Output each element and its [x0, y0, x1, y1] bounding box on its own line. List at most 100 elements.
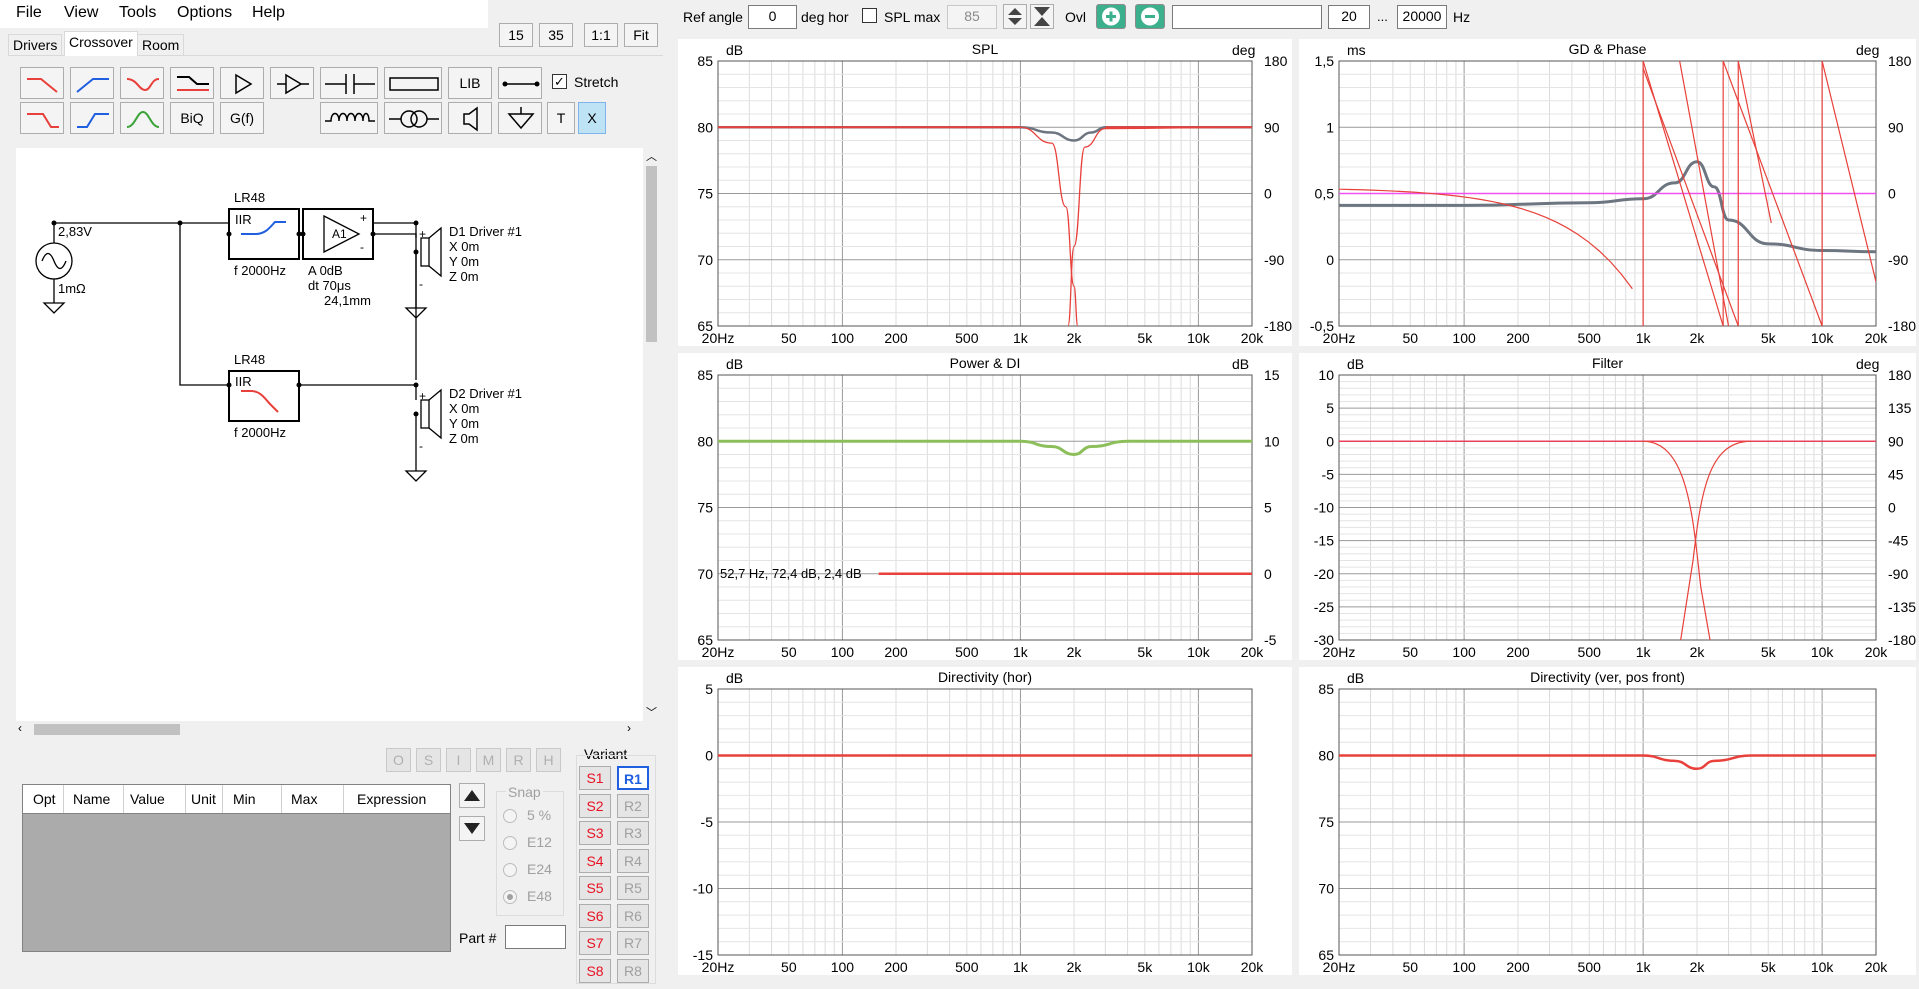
scroll-down-icon[interactable]: ﹀ [646, 704, 657, 720]
move-down-button[interactable] [459, 816, 485, 841]
chart-dir-hor[interactable]: 5 0 -5 -10 -15 20Hz 50 100 200 500 1k 2k 5k 10k 20k Dir… [678, 667, 1292, 975]
scroll-right-icon[interactable]: › [627, 721, 631, 735]
snap-e24-radio[interactable] [503, 863, 517, 877]
zoom-1to1-button[interactable]: 1:1 [584, 23, 618, 47]
col-min[interactable]: Min [233, 791, 256, 807]
opt-i-button[interactable]: I [446, 748, 471, 772]
variant-r1-button[interactable]: R1 [617, 766, 649, 790]
variant-r3-button[interactable]: R3 [617, 821, 649, 845]
zoom-15-button[interactable]: 15 [499, 23, 533, 47]
chart-dir-ver[interactable]: 85 80 75 70 65 20Hz 50 100 200 500 1k 2k 5k 10k 20k Dir… [1299, 667, 1916, 975]
lowpass-red-tool[interactable] [20, 67, 64, 99]
biquad-tool[interactable]: BiQ [170, 102, 214, 134]
speaker-tool[interactable] [448, 102, 492, 134]
variant-s4-button[interactable]: S4 [579, 848, 611, 873]
resistor-tool[interactable] [384, 67, 442, 99]
schematic-vscrollbar[interactable]: ︿ ﹀ [643, 148, 660, 721]
tab-drivers[interactable]: Drivers [8, 34, 63, 56]
variant-r2-button[interactable]: R2 [617, 793, 649, 818]
zoom-out-button[interactable] [1135, 4, 1165, 29]
variant-s1-button[interactable]: S1 [579, 766, 611, 790]
zoom-in-button[interactable] [1096, 4, 1126, 29]
schematic-canvas[interactable]: + - + - + - 2,83V 1mΩ LR48 IIR f 2000Hz A1 … [16, 148, 643, 721]
allpass-red-tool[interactable] [120, 67, 164, 99]
lowpass-red-tool-2[interactable] [20, 102, 64, 134]
highpass-blue-tool[interactable] [70, 67, 114, 99]
shelf-tool[interactable] [170, 67, 214, 99]
menu-view[interactable]: View [64, 4, 98, 22]
menu-tools[interactable]: Tools [119, 4, 156, 22]
move-up-button[interactable] [459, 783, 485, 808]
spl-max-checkbox[interactable] [862, 8, 877, 23]
filter1-type[interactable]: LR48 [234, 190, 265, 205]
parameters-table[interactable]: Opt Name Value Unit Min Max Expression [22, 784, 451, 952]
variant-r7-button[interactable]: R7 [617, 931, 649, 955]
highpass-blue-tool-2[interactable] [70, 102, 114, 134]
col-unit[interactable]: Unit [191, 791, 216, 807]
variant-s3-button[interactable]: S3 [579, 821, 611, 845]
opt-s-button[interactable]: S [416, 748, 441, 772]
snap-e48-radio[interactable] [503, 890, 517, 904]
opt-r-button[interactable]: R [506, 748, 531, 772]
filter2-type[interactable]: LR48 [234, 352, 265, 367]
variant-r8-button[interactable]: R8 [617, 958, 649, 983]
menu-help[interactable]: Help [252, 4, 285, 22]
variant-s7-button[interactable]: S7 [579, 931, 611, 955]
spin-updown-button[interactable] [1003, 4, 1027, 29]
freq-max-input[interactable]: 20000 [1397, 5, 1447, 29]
ground-tool[interactable] [498, 102, 542, 134]
wire-tool[interactable] [498, 67, 542, 99]
menu-options[interactable]: Options [177, 4, 232, 22]
spl-max-input[interactable]: 85 [947, 5, 997, 29]
opt-m-button[interactable]: M [476, 748, 501, 772]
variant-r6-button[interactable]: R6 [617, 903, 649, 928]
transfer-function-tool[interactable]: G(f) [220, 102, 264, 134]
opamp-tool[interactable] [270, 67, 314, 99]
col-max[interactable]: Max [291, 791, 317, 807]
tab-room[interactable]: Room [137, 34, 185, 56]
schematic-hscrollbar[interactable]: ‹ › [16, 721, 643, 738]
library-tool[interactable]: LIB [448, 67, 492, 99]
hscroll-thumb[interactable] [34, 724, 180, 735]
chart-spl[interactable]: 85 80 75 70 65 180 90 0 -90 -180 20Hz 50 100 200 500 1k… [678, 39, 1292, 346]
snap-5pct-radio[interactable] [503, 809, 517, 823]
col-value[interactable]: Value [130, 791, 165, 807]
bandpass-green-tool[interactable] [120, 102, 164, 134]
chart-gd-phase[interactable]: 1,5 1 0,5 0 -0,5 180 90 0 -90 -180 20Hz 50 100 200 500… [1299, 39, 1916, 346]
scroll-up-icon[interactable]: ︿ [646, 148, 657, 164]
zoom-35-button[interactable]: 35 [539, 23, 573, 47]
part-number-input[interactable] [505, 925, 566, 949]
variant-r4-button[interactable]: R4 [617, 848, 649, 873]
amplifier-tool[interactable] [220, 67, 264, 99]
col-opt[interactable]: Opt [33, 791, 56, 807]
collapse-button[interactable] [1030, 4, 1054, 29]
text-tool[interactable]: T [547, 102, 575, 134]
opt-h-button[interactable]: H [536, 748, 561, 772]
stretch-checkbox[interactable]: ✓ [552, 74, 567, 89]
variant-s8-button[interactable]: S8 [579, 958, 611, 983]
cross-tool[interactable]: X [578, 102, 606, 134]
capacitor-tool[interactable] [320, 67, 378, 99]
menu-file[interactable]: File [16, 4, 42, 22]
inductor-tool[interactable] [320, 102, 378, 134]
search-input[interactable] [1172, 5, 1322, 29]
tab-crossover[interactable]: Crossover [64, 31, 138, 56]
transformer-tool[interactable] [384, 102, 442, 134]
col-expression[interactable]: Expression [357, 791, 426, 807]
variant-s6-button[interactable]: S6 [579, 903, 611, 928]
freq-min-input[interactable]: 20 [1328, 5, 1370, 29]
col-name[interactable]: Name [73, 791, 110, 807]
snap-e12-radio[interactable] [503, 836, 517, 850]
chart-power-di[interactable]: 85 80 75 70 65 15 10 5 0 -5 20Hz 50 100 200 500 1k 2k 5k 1… [678, 353, 1292, 660]
ref-angle-input[interactable]: 0 [748, 5, 797, 29]
variant-r5-button[interactable]: R5 [617, 876, 649, 900]
driver2-name[interactable]: D2 Driver #1 [449, 386, 522, 401]
chart-filter[interactable]: 10 5 0 -5 -10 -15 -20 -25 -30 180 135 90 45 0 -45 -90 -1… [1299, 353, 1916, 660]
zoom-fit-button[interactable]: Fit [624, 23, 658, 47]
driver1-name[interactable]: D1 Driver #1 [449, 224, 522, 239]
scroll-left-icon[interactable]: ‹ [18, 721, 22, 735]
variant-s5-button[interactable]: S5 [579, 876, 611, 900]
opt-o-button[interactable]: O [386, 748, 411, 772]
vscroll-thumb[interactable] [646, 166, 657, 342]
variant-s2-button[interactable]: S2 [579, 793, 611, 818]
